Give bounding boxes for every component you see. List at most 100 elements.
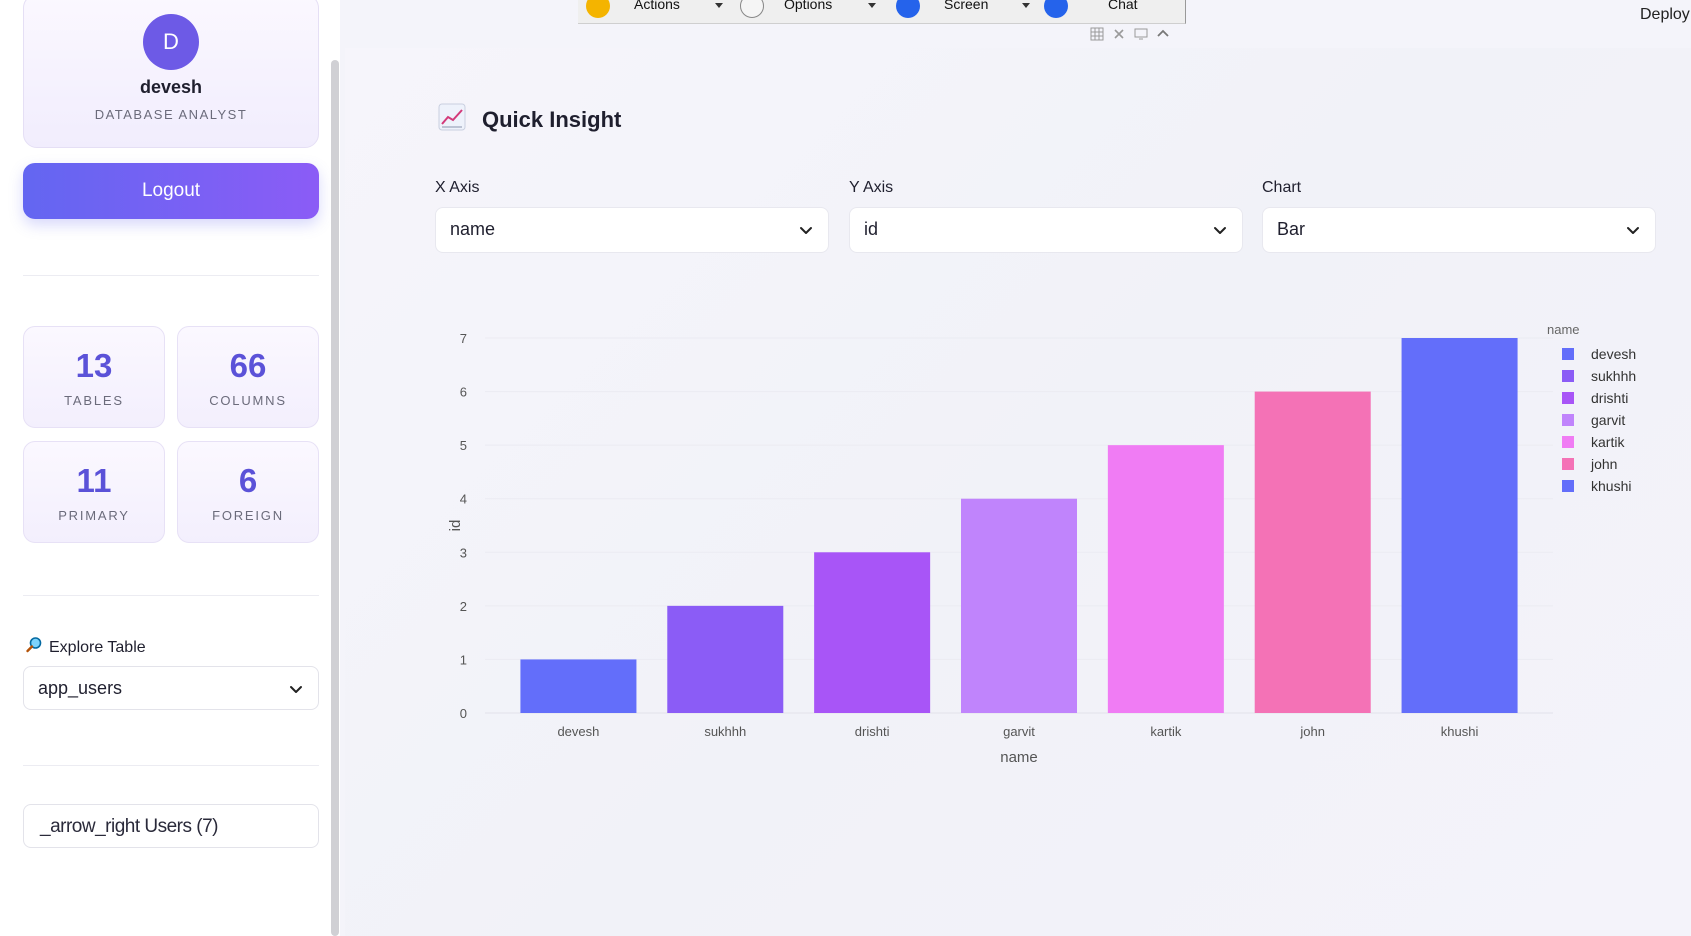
- page-title: Quick Insight: [438, 103, 621, 136]
- x-axis-value: name: [450, 219, 496, 239]
- legend-swatch[interactable]: [1562, 458, 1574, 470]
- x-tick-label: garvit: [1003, 724, 1035, 739]
- x-axis-label: X Axis: [435, 179, 480, 196]
- legend-swatch[interactable]: [1562, 370, 1574, 382]
- stat-card-foreign: 6 FOREIGN: [177, 441, 319, 543]
- stat-value-foreign: 6: [238, 462, 258, 499]
- stat-card-columns: 66 COLUMNS: [177, 326, 319, 428]
- divider: [23, 595, 319, 596]
- gear-icon: [740, 0, 764, 18]
- mini-controls: [1090, 27, 1170, 41]
- chart-bars: [520, 338, 1518, 713]
- x-tick-labels: devesh sukhhh drishti garvit kartik john khush…: [557, 724, 1478, 739]
- stat-label-columns: COLUMNS: [209, 393, 287, 408]
- divider: [23, 765, 319, 766]
- legend-label[interactable]: kartik: [1591, 434, 1625, 450]
- profile-name: devesh: [139, 77, 203, 97]
- legend-label[interactable]: khushi: [1591, 478, 1631, 494]
- y-tick-label: 6: [460, 385, 467, 400]
- chevron-up-icon[interactable]: [1156, 27, 1170, 41]
- x-tick-label: sukhhh: [704, 724, 746, 739]
- stat-label-primary: PRIMARY: [58, 508, 130, 523]
- legend-label[interactable]: sukhhh: [1591, 368, 1636, 384]
- legend-title: name: [1547, 322, 1580, 337]
- y-tick-label: 1: [460, 652, 467, 667]
- y-axis-select[interactable]: id: [849, 207, 1243, 253]
- bar-kartik[interactable]: [1107, 445, 1224, 713]
- legend-swatch[interactable]: [1562, 392, 1574, 404]
- chart-type-select[interactable]: Bar: [1262, 207, 1656, 253]
- y-tick-label: 2: [460, 599, 467, 614]
- y-axis-value: id: [864, 219, 879, 239]
- chart-type-value: Bar: [1277, 219, 1306, 239]
- actions-icon: [586, 0, 610, 18]
- profile-card: D devesh DATABASE ANALYST: [23, 0, 319, 148]
- legend-label[interactable]: john: [1590, 456, 1617, 472]
- x-tick-label: john: [1299, 724, 1325, 739]
- chart-increasing-icon: [438, 103, 466, 136]
- bar-devesh[interactable]: [520, 659, 637, 713]
- close-icon[interactable]: [1112, 27, 1126, 41]
- stat-card-primary: 11 PRIMARY: [23, 441, 165, 543]
- explore-table-select[interactable]: app_users: [23, 666, 319, 710]
- bar-drishti[interactable]: [814, 552, 931, 713]
- users-expander-label: _arrow_right Users (7): [40, 816, 219, 837]
- legend-label[interactable]: garvit: [1591, 412, 1625, 428]
- profile-role: DATABASE ANALYST: [94, 107, 248, 122]
- stat-value-primary: 11: [76, 462, 112, 499]
- y-tick-label: 7: [460, 331, 467, 346]
- legend-swatch[interactable]: [1562, 414, 1574, 426]
- grid-icon[interactable]: [1090, 27, 1104, 41]
- x-tick-label: devesh: [557, 724, 599, 739]
- stat-label-foreign: FOREIGN: [212, 508, 284, 523]
- y-axis-title: id: [447, 520, 464, 532]
- sidebar-scrollbar[interactable]: [331, 60, 339, 936]
- actions-menu[interactable]: Actions: [634, 0, 680, 20]
- legend-swatch[interactable]: [1562, 480, 1574, 492]
- chart-legend: name devesh sukhhh drishti garvit kartik john…: [1547, 322, 1636, 494]
- chevron-down-icon: [798, 222, 814, 238]
- stat-value-columns: 66: [229, 347, 267, 384]
- x-axis-select[interactable]: name: [435, 207, 829, 253]
- chat-button[interactable]: Chat: [1108, 0, 1138, 20]
- y-tick-label: 0: [460, 706, 467, 721]
- chevron-down-icon: [288, 681, 304, 697]
- y-tick-label: 3: [460, 545, 467, 560]
- legend-swatch[interactable]: [1562, 348, 1574, 360]
- users-expander[interactable]: _arrow_right Users (7): [23, 804, 319, 848]
- sidebar: D devesh DATABASE ANALYST Logout 13 TABL…: [0, 0, 340, 936]
- legend-swatch[interactable]: [1562, 436, 1574, 448]
- legend-label[interactable]: devesh: [1591, 346, 1636, 362]
- stat-label-tables: TABLES: [64, 393, 124, 408]
- caret-down-icon[interactable]: [868, 3, 876, 8]
- top-toolbar: Actions Options Screen Chat: [578, 0, 1186, 24]
- bar-khushi[interactable]: [1401, 338, 1518, 713]
- monitor-icon[interactable]: [1134, 27, 1148, 41]
- caret-down-icon[interactable]: [715, 3, 723, 8]
- x-axis-title: name: [1000, 749, 1038, 766]
- avatar: D: [143, 14, 199, 70]
- bar-sukhhh[interactable]: [667, 605, 784, 713]
- screen-icon: [896, 0, 920, 18]
- caret-down-icon[interactable]: [1022, 3, 1030, 8]
- legend-label[interactable]: drishti: [1591, 390, 1628, 406]
- y-axis-label: Y Axis: [849, 179, 894, 196]
- divider: [23, 275, 319, 276]
- chevron-down-icon: [1625, 222, 1641, 238]
- bar-john[interactable]: [1254, 391, 1371, 713]
- page-title-text: Quick Insight: [482, 106, 622, 132]
- logout-button[interactable]: Logout: [23, 163, 319, 219]
- explore-table-label: Explore Table: [25, 636, 146, 659]
- options-menu[interactable]: Options: [784, 0, 832, 20]
- deploy-button[interactable]: Deploy: [1640, 6, 1690, 24]
- x-tick-label: drishti: [855, 724, 890, 739]
- x-tick-label: khushi: [1441, 724, 1479, 739]
- x-tick-label: kartik: [1150, 724, 1182, 739]
- bar-garvit[interactable]: [960, 498, 1078, 713]
- y-tick-label: 5: [460, 438, 467, 453]
- chart-type-label: Chart: [1262, 179, 1302, 196]
- chat-icon: [1044, 0, 1068, 18]
- screen-menu[interactable]: Screen: [944, 0, 988, 20]
- stat-card-tables: 13 TABLES: [23, 326, 165, 428]
- bar-chart: 0 1 2 3 4 5 6 7 devesh sukhhh drishti garvit kartik…: [447, 322, 1636, 766]
